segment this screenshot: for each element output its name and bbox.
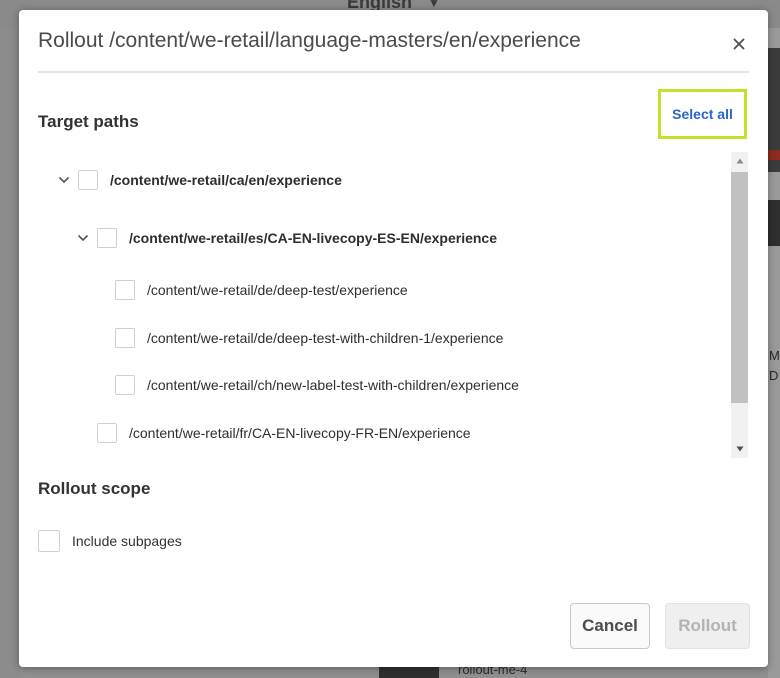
include-subpages-label: Include subpages <box>72 533 182 549</box>
tree-item-label: /content/we-retail/fr/CA-EN-livecopy-FR-… <box>129 425 471 441</box>
tree-item: /content/we-retail/ch/new-label-test-wit… <box>115 371 519 399</box>
tree-item: /content/we-retail/de/deep-test-with-chi… <box>115 324 503 352</box>
caret-down-icon <box>736 446 743 452</box>
include-subpages-checkbox[interactable] <box>38 530 60 552</box>
target-paths-heading: Target paths <box>38 112 139 131</box>
tree-item-label: /content/we-retail/ch/new-label-test-wit… <box>147 377 519 393</box>
tree-item-checkbox[interactable] <box>97 423 117 443</box>
tree-item-label: /content/we-retail/ca/en/experience <box>110 172 342 188</box>
chevron-down-icon[interactable] <box>56 172 72 188</box>
title-divider <box>38 71 749 73</box>
tree-item-label: /content/we-retail/de/deep-test/experien… <box>147 282 408 298</box>
scroll-up-button[interactable] <box>731 152 748 170</box>
background-thumbnail <box>768 200 780 246</box>
select-all-button[interactable]: Select all <box>658 89 747 139</box>
tree-item-label: /content/we-retail/es/CA-EN-livecopy-ES-… <box>129 230 497 246</box>
tree-scrollbar[interactable] <box>731 152 748 458</box>
chevron-down-icon: ▼ <box>428 0 440 10</box>
tree-item-checkbox[interactable] <box>115 280 135 300</box>
caret-up-icon <box>736 158 743 164</box>
cancel-button[interactable]: Cancel <box>570 603 650 649</box>
close-button[interactable] <box>727 32 751 56</box>
background-card-text: M <box>769 348 780 363</box>
tree-item: /content/we-retail/fr/CA-EN-livecopy-FR-… <box>97 419 471 447</box>
background-thumbnail-accent <box>768 150 780 160</box>
tree-item-checkbox[interactable] <box>97 228 117 248</box>
close-icon <box>733 38 745 50</box>
rollout-button[interactable]: Rollout <box>665 603 750 649</box>
tree-item: /content/we-retail/ca/en/experience <box>56 166 342 194</box>
tree-item: /content/we-retail/es/CA-EN-livecopy-ES-… <box>75 224 497 252</box>
include-subpages-option[interactable]: Include subpages <box>38 530 182 552</box>
scroll-down-button[interactable] <box>731 440 748 458</box>
rollout-dialog: Rollout /content/we-retail/language-mast… <box>19 10 768 667</box>
background-card-text: D <box>769 368 779 383</box>
tree-item-checkbox[interactable] <box>78 170 98 190</box>
tree-item: /content/we-retail/de/deep-test/experien… <box>115 276 408 304</box>
tree-item-checkbox[interactable] <box>115 375 135 395</box>
scrollbar-thumb[interactable] <box>731 172 748 403</box>
tree-item-label: /content/we-retail/de/deep-test-with-chi… <box>147 330 504 346</box>
rollout-scope-heading: Rollout scope <box>38 479 151 498</box>
background-thumbnail <box>379 666 439 678</box>
background-left-panel <box>0 28 20 678</box>
dialog-title: Rollout /content/we-retail/language-mast… <box>38 29 581 52</box>
target-paths-tree: /content/we-retail/ca/en/experience /con… <box>38 152 750 458</box>
chevron-down-icon[interactable] <box>75 230 91 246</box>
tree-item-checkbox[interactable] <box>115 328 135 348</box>
